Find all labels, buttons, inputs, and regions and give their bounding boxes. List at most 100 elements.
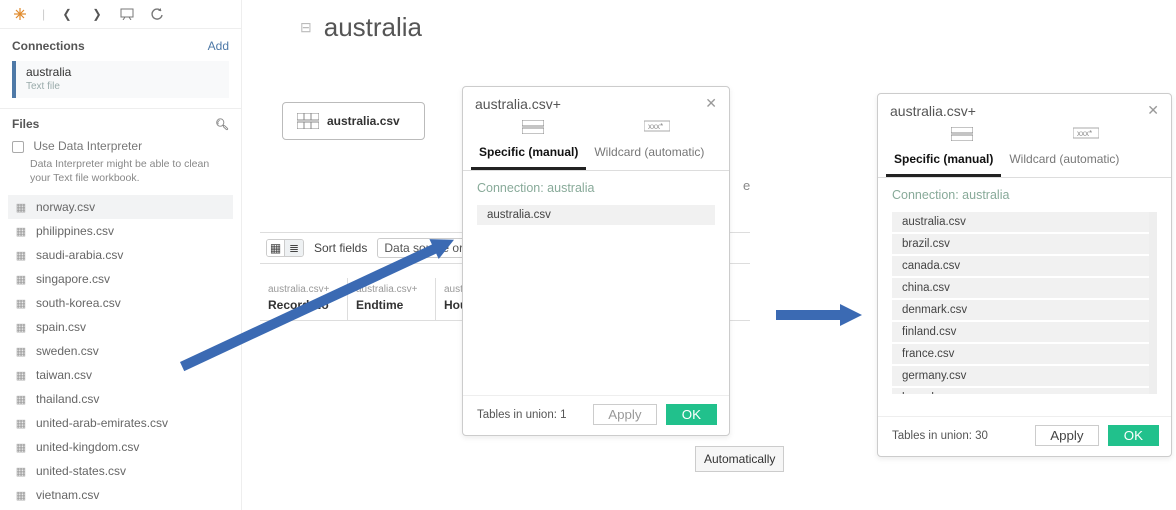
file-item[interactable]: ▦united-kingdom.csv — [8, 435, 233, 459]
apply-button[interactable]: Apply — [593, 404, 656, 425]
file-name: spain.csv — [36, 320, 86, 334]
union-table-item[interactable]: finland.csv — [892, 322, 1149, 342]
files-heading: Files — [12, 117, 39, 131]
file-name: singapore.csv — [36, 272, 110, 286]
union-table-item[interactable]: australia.csv — [477, 205, 715, 225]
checkbox-icon — [12, 141, 24, 153]
datasource-icon: ⊟ — [300, 19, 312, 36]
search-icon[interactable]: 🔍︎ — [215, 118, 229, 131]
svg-text:xxx*: xxx* — [648, 122, 663, 131]
union-table-item[interactable]: hong-kong.csv — [892, 388, 1149, 394]
file-icon: ▦ — [14, 201, 28, 214]
specific-icon — [951, 127, 973, 144]
file-item[interactable]: ▦united-arab-emirates.csv — [8, 411, 233, 435]
file-item[interactable]: ▦ norway.csv — [8, 195, 233, 219]
file-name: south-korea.csv — [36, 296, 121, 310]
file-name: sweden.csv — [36, 344, 99, 358]
dialog-title: australia.csv+ — [890, 103, 976, 119]
files-header: Files 🔍︎ — [0, 108, 241, 135]
file-name: philippines.csv — [36, 224, 114, 238]
union-table-item[interactable]: brazil.csv — [892, 234, 1149, 254]
tab-specific[interactable]: Specific (manual) — [471, 139, 586, 170]
file-name: united-states.csv — [36, 464, 126, 478]
grid-icon: ▦ — [267, 240, 285, 256]
union-table-item[interactable]: france.csv — [892, 344, 1149, 364]
file-icon: ▦ — [14, 249, 28, 262]
back-icon[interactable] — [59, 6, 75, 22]
connections-heading: Connections — [12, 39, 85, 53]
datasource-title[interactable]: australia — [324, 12, 422, 43]
data-interpreter-block: Use Data Interpreter Data Interpreter mi… — [0, 135, 241, 193]
file-icon: ▦ — [14, 225, 28, 238]
tab-wildcard[interactable]: Wildcard (automatic) — [1001, 146, 1127, 177]
union-icon — [297, 113, 319, 129]
tables-in-union-count: Tables in union: 1 — [477, 409, 567, 421]
close-icon[interactable]: ✕ — [1147, 102, 1159, 119]
grid-view-toggle[interactable]: ▦ ≣ — [266, 239, 304, 257]
file-name: saudi-arabia.csv — [36, 248, 123, 262]
tables-in-union-count: Tables in union: 30 — [892, 430, 988, 442]
svg-text:xxx*: xxx* — [1077, 129, 1092, 138]
file-item[interactable]: ▦taiwan.csv — [8, 363, 233, 387]
file-icon: ▦ — [14, 321, 28, 334]
apply-button[interactable]: Apply — [1035, 425, 1098, 446]
close-icon[interactable]: ✕ — [705, 95, 717, 112]
file-icon: ▦ — [14, 297, 28, 310]
datasource-title-row: ⊟ australia — [300, 12, 1176, 43]
connection-card[interactable]: australia Text file — [12, 61, 229, 98]
union-dialog-after: australia.csv+ ✕ xxx* Specific (manual) … — [877, 93, 1172, 457]
union-table-item[interactable]: denmark.csv — [892, 300, 1149, 320]
add-connection-link[interactable]: Add — [208, 39, 229, 53]
union-dialog-before: australia.csv+ ✕ xxx* Specific (manual) … — [462, 86, 730, 436]
file-item[interactable]: ▦ south-korea.csv — [8, 291, 233, 315]
presentation-icon[interactable] — [119, 6, 135, 22]
file-item[interactable]: ▦singapore.csv — [8, 267, 233, 291]
file-name: taiwan.csv — [36, 368, 92, 382]
refresh-icon[interactable] — [149, 6, 165, 22]
union-table-item[interactable]: germany.csv — [892, 366, 1149, 386]
union-table-item[interactable]: australia.csv — [892, 212, 1149, 232]
dialog-connection-label: Connection: australia — [892, 188, 1157, 202]
automatically-button[interactable]: Automatically — [695, 446, 784, 472]
file-icon: ▦ — [14, 489, 28, 502]
ok-button[interactable]: OK — [1108, 425, 1159, 446]
checkbox-label: Use Data Interpreter — [33, 139, 142, 153]
union-pill[interactable]: australia.csv — [282, 102, 425, 140]
union-table-list[interactable]: australia.csvbrazil.csvcanada.csvchina.c… — [892, 212, 1157, 394]
connections-header: Connections Add — [0, 29, 241, 59]
tab-specific[interactable]: Specific (manual) — [886, 146, 1001, 177]
union-table-item[interactable]: china.csv — [892, 278, 1149, 298]
tab-wildcard[interactable]: Wildcard (automatic) — [586, 139, 712, 170]
file-item[interactable]: ▦ united-states.csv — [8, 459, 233, 483]
nav-toolbar: | — [0, 0, 241, 29]
file-name: thailand.csv — [36, 392, 99, 406]
union-table-list[interactable]: australia.csv — [477, 205, 715, 227]
list-icon: ≣ — [285, 240, 303, 256]
file-item[interactable]: ▦ spain.csv — [8, 315, 233, 339]
file-item[interactable]: ▦ saudi-arabia.csv — [8, 243, 233, 267]
wildcard-icon: xxx* — [644, 120, 670, 137]
union-table-item[interactable]: canada.csv — [892, 256, 1149, 276]
connection-name: australia — [26, 65, 219, 79]
forward-icon — [89, 6, 105, 22]
sort-fields-label: Sort fields — [314, 241, 367, 255]
file-icon: ▦ — [14, 465, 28, 478]
dialog-title: australia.csv+ — [475, 96, 561, 112]
union-pill-label: australia.csv — [327, 114, 400, 128]
file-item[interactable]: ▦ thailand.csv — [8, 387, 233, 411]
file-name: vietnam.csv — [36, 488, 99, 502]
file-icon: ▦ — [14, 393, 28, 406]
file-name: united-arab-emirates.csv — [36, 416, 168, 430]
interpreter-description: Data Interpreter might be able to clean … — [30, 157, 229, 185]
use-data-interpreter-checkbox[interactable]: Use Data Interpreter — [12, 139, 229, 153]
file-item[interactable]: ▦ vietnam.csv — [8, 483, 233, 507]
dialog-connection-label: Connection: australia — [477, 181, 715, 195]
datasource-canvas: ⊟ australia australia.csv e ▦ ≣ Sort fie… — [260, 0, 1176, 510]
file-name: norway.csv — [36, 200, 95, 214]
file-item[interactable]: ▦ philippines.csv — [8, 219, 233, 243]
file-name: united-kingdom.csv — [36, 440, 139, 454]
ok-button[interactable]: OK — [666, 404, 717, 425]
column-name: Endtime — [356, 298, 427, 312]
wildcard-icon: xxx* — [1073, 127, 1099, 144]
file-icon: ▦ — [14, 345, 28, 358]
